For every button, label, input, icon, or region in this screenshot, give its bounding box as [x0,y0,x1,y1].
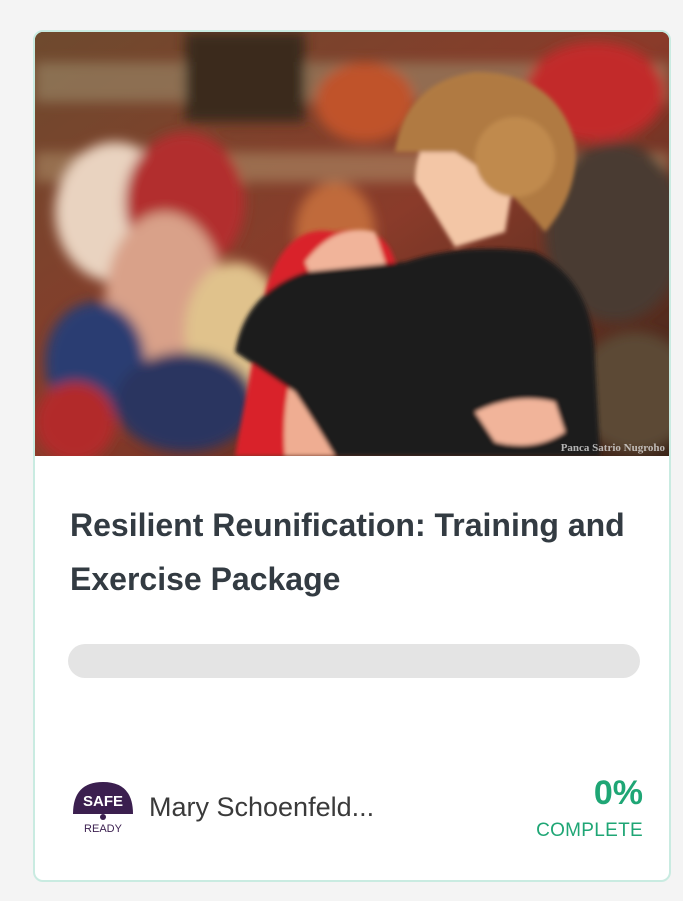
progress-bar [68,644,640,678]
progress-percent: 0% [593,774,643,812]
safe-ready-logo-icon: SAFE READY [71,778,135,836]
course-image[interactable]: Panca Satrio Nugroho [35,32,669,456]
author-name: Mary Schoenfeld... [149,791,375,822]
progress-status-label: COMPLETE [536,820,643,841]
course-author: SAFE READY Mary Schoenfeld... [71,774,374,840]
logo-bottom-text: READY [84,823,123,835]
course-card[interactable]: Panca Satrio Nugroho Resilient Reunifica… [33,30,671,882]
image-credit: Panca Satrio Nugroho [560,442,665,454]
course-title[interactable]: Resilient Reunification: Training and Ex… [70,498,640,606]
logo-top-text: SAFE [83,793,123,810]
course-photo [35,32,669,456]
